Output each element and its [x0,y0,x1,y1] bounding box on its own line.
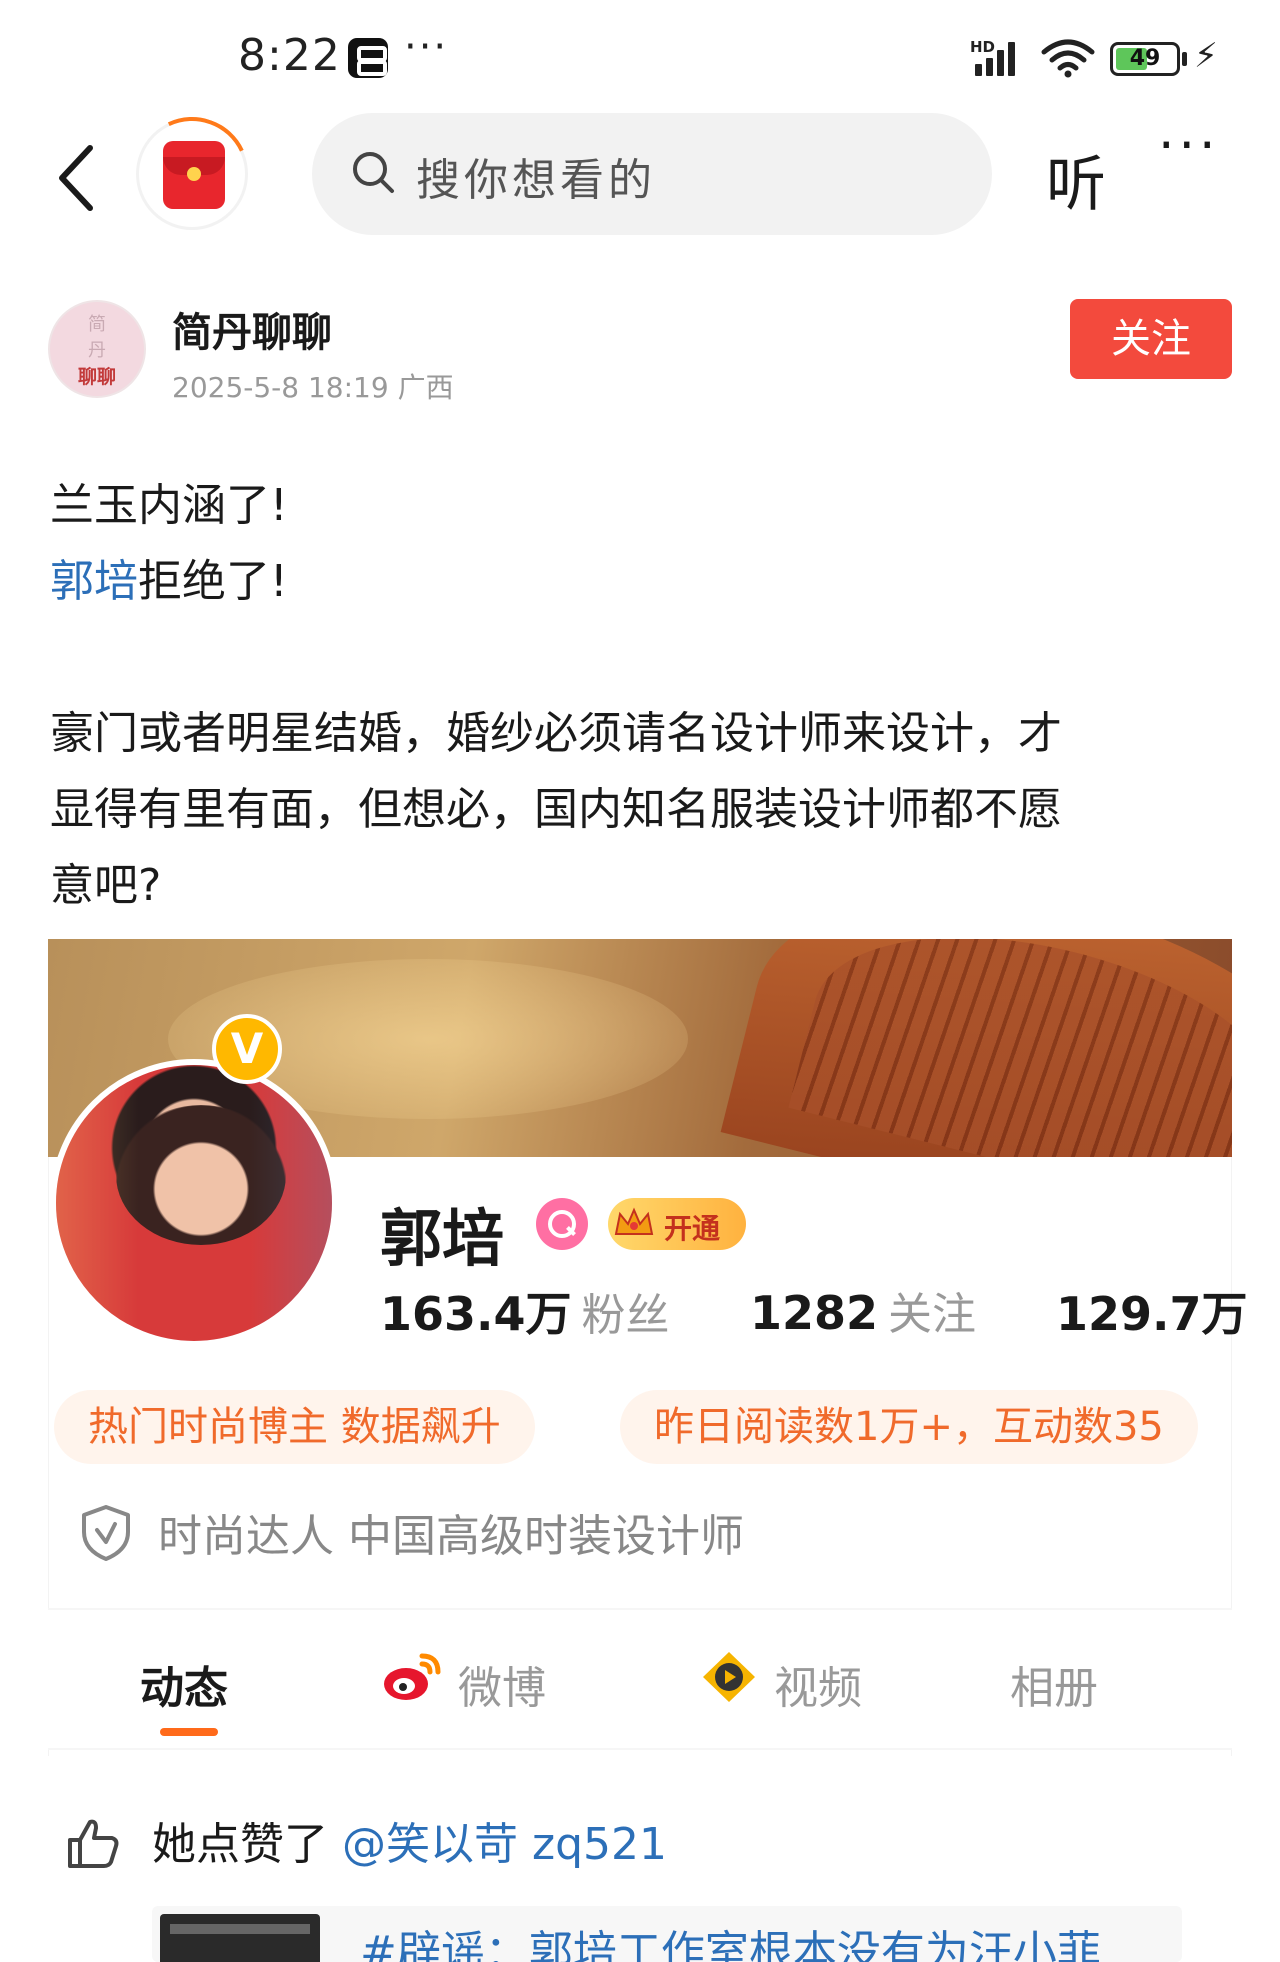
more-options-button[interactable]: ··· [1158,116,1220,176]
tab-video[interactable]: 视频 [774,1652,862,1716]
signal-icon [975,40,1025,76]
tab-album[interactable]: 相册 [1010,1652,1098,1716]
verified-icon: V [212,1014,282,1084]
profile-avatar[interactable] [50,1059,338,1347]
weibo-icon [384,1653,441,1700]
status-bar: 8:22 ··· HD 49 ⚡ [0,0,1280,115]
avatar-seal-char-3: 聊聊 [77,366,116,388]
more-notifications-icon: ··· [404,24,449,70]
active-tab-indicator [160,1728,218,1736]
search-input[interactable]: 搜你想看的 [312,113,992,235]
vip-open-button[interactable]: 开通 [608,1198,746,1250]
author-avatar[interactable]: 简 丹 聊聊 [48,300,146,398]
stat-number: 1282 [750,1286,879,1340]
avatar-seal-char-2: 丹 [88,340,106,361]
activity-prefix: 她点赞了 [152,1819,328,1870]
stat-label: 关注 [888,1289,977,1340]
mention-link[interactable]: 郭培 [50,556,138,607]
post-line: 郭培拒绝了! [50,544,1230,620]
activity-item[interactable]: 她点赞了 @笑以苛 zq521 #辟谣：郭培工作室根本没有为汪小菲 [48,1756,1232,1962]
tab-dynamics[interactable]: 动态 [140,1652,228,1716]
stat-number: 163.4万 [380,1287,572,1341]
capcut-icon [348,38,388,78]
post-line: 显得有里有面，但想必，国内知名服装设计师都不愿 [50,784,1062,835]
red-packet-button[interactable] [118,100,266,248]
activity-text: 她点赞了 @笑以苛 zq521 [152,1808,667,1872]
avatar-seal-char-1: 简 [88,314,106,335]
listen-button[interactable]: 听 [1046,136,1106,223]
hot-blogger-tag[interactable]: 热门时尚博主 数据飙升 [54,1390,535,1464]
back-icon[interactable] [48,138,108,218]
activity-user-link[interactable]: @笑以苛 zq521 [342,1819,667,1870]
crown-icon [614,1207,654,1235]
profile-tabs: 动态 微博 视频 相册 [48,1608,1232,1750]
shield-check-icon [82,1505,130,1561]
search-icon [353,152,394,193]
video-icon [703,1652,755,1702]
wifi-icon [1041,39,1095,78]
identity-description: 时尚达人 中国高级时装设计师 [158,1511,744,1562]
boat-illustration [720,939,1232,1157]
follow-button[interactable]: 关注 [1070,299,1232,379]
author-name[interactable]: 简丹聊聊 [172,300,332,358]
reading-stats-tag[interactable]: 昨日阅读数1万+，互动数35 [620,1390,1198,1464]
battery-level: 49 [1129,46,1161,71]
post-meta: 2025-5-8 18:19 广西 [172,371,454,404]
repost-preview-text: #辟谣：郭培工作室根本没有为汪小菲 [360,1927,1101,1962]
thumbs-up-icon [68,1819,119,1868]
search-placeholder: 搜你想看的 [416,155,656,206]
battery-tip [1182,52,1187,66]
following-stat[interactable]: 1282 关注 [750,1278,976,1342]
repost-thumbnail [160,1914,320,1962]
charging-icon: ⚡ [1194,36,1218,76]
tab-weibo[interactable]: 微博 [458,1652,546,1716]
vip-label: 开通 [664,1212,721,1245]
post-line: 豪门或者明星结婚，婚纱必须请名设计师来设计，才 [50,708,1062,759]
red-packet-icon [163,141,225,209]
post-line: 兰玉内涵了! [50,480,288,531]
stat-label: 粉丝 [581,1290,670,1341]
likes-stat[interactable]: 129.7万 [1056,1278,1248,1344]
status-time: 8:22 [238,30,341,81]
battery-icon: 49 [1110,42,1180,76]
followers-stat[interactable]: 163.4万 粉丝 [380,1278,670,1344]
female-gender-icon [536,1198,588,1250]
post-body: 兰玉内涵了! 郭培拒绝了! 豪门或者明星结婚，婚纱必须请名设计师来设计，才 显得… [50,468,1230,924]
repost-preview[interactable]: #辟谣：郭培工作室根本没有为汪小菲 [152,1906,1182,1962]
post-line: 意吧? [50,860,162,911]
stat-number: 129.7万 [1056,1287,1248,1341]
post-line-text: 拒绝了! [138,556,288,607]
profile-name[interactable]: 郭培 [380,1188,504,1278]
